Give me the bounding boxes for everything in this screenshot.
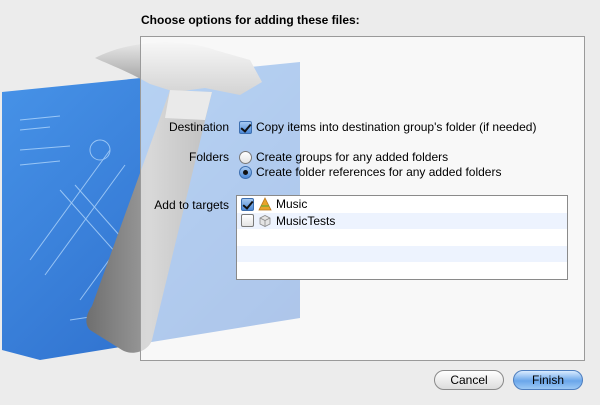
checkbox-checked-icon[interactable] (241, 197, 254, 211)
bundle-icon (259, 214, 271, 227)
finish-button[interactable]: Finish (513, 370, 583, 390)
destination-label: Destination (168, 120, 229, 134)
folders-option-label: Create folder references for any added f… (256, 165, 502, 179)
folders-option-groups[interactable]: Create groups for any added folders (239, 150, 448, 164)
app-icon (258, 197, 272, 211)
empty-row (237, 262, 567, 279)
folders-option-label: Create groups for any added folders (256, 150, 449, 164)
folders-label: Folders (188, 150, 229, 164)
checkbox-checked-icon[interactable] (239, 120, 252, 134)
target-name: Music (276, 197, 308, 212)
empty-row (237, 245, 567, 262)
target-row-musictests[interactable]: MusicTests (237, 212, 567, 229)
target-name: MusicTests (276, 213, 336, 228)
dialog-title: Choose options for adding these files: (141, 13, 360, 27)
radio-button-selected-icon[interactable] (239, 165, 252, 179)
copy-items-label: Copy items into destination group's fold… (256, 120, 537, 134)
target-row-music[interactable]: Music (237, 196, 567, 213)
empty-row (237, 229, 567, 246)
folders-option-references[interactable]: Create folder references for any added f… (239, 165, 501, 179)
cancel-button[interactable]: Cancel (434, 370, 504, 390)
checkbox-icon[interactable] (241, 214, 254, 228)
radio-button-icon[interactable] (239, 150, 252, 164)
targets-list[interactable]: Music MusicTests (236, 195, 568, 280)
targets-label: Add to targets (154, 198, 229, 212)
copy-items-checkbox[interactable]: Copy items into destination group's fold… (239, 120, 536, 134)
